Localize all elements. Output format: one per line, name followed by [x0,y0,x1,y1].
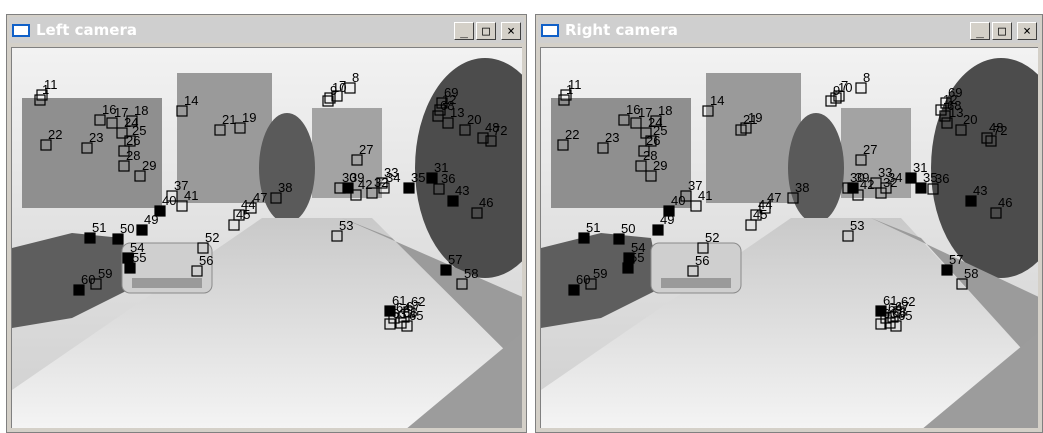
feature-label: 40 [671,193,685,208]
right-camera-window: Right camera _ □ × 1 11 14 16 17 18 19 21 22 23 24… [535,14,1043,433]
feature-label: 38 [278,180,292,195]
feature-label: 42 [358,177,372,192]
feature-label: 45 [236,207,250,222]
feature-label: 26 [126,133,140,148]
feature-label: 50 [120,221,134,236]
feature-label: 11 [44,77,58,92]
feature-label: 53 [850,218,864,233]
feature-label: 58 [964,266,978,281]
feature-label: 13 [949,105,963,120]
feature-label: 22 [48,127,62,142]
feature-label: 23 [89,130,103,145]
feature-label: 10 [332,80,346,95]
close-button[interactable]: × [501,22,521,40]
right-camera-view: 1 11 14 16 17 18 19 21 22 23 24 25 26 27 28 29 31 33 34 35 3… [540,47,1038,428]
feature-label: 14 [184,93,198,108]
feature-label: 20 [467,112,481,127]
feature-label: 47 [253,190,267,205]
feature-label: 51 [92,220,106,235]
feature-label: 27 [359,142,373,157]
feature-label: 21 [222,112,236,127]
close-button[interactable]: × [1017,22,1037,40]
feature-label: 36 [441,171,455,186]
feature-label: 28 [126,148,140,163]
feature-label: 67 [895,299,909,314]
feature-label: 46 [479,195,493,210]
feature-label: 32 [374,175,388,190]
feature-label: 27 [863,142,877,157]
feature-label: 49 [660,212,674,227]
right-camera-titlebar[interactable]: Right camera _ □ × [538,17,1040,43]
feature-label: 41 [698,188,712,203]
feature-label: 49 [144,212,158,227]
feature-label: 38 [795,180,809,195]
feature-label: 23 [605,130,619,145]
feature-label: 32 [883,175,897,190]
left-camera-window: Left camera _ □ × 1 11 14 16 17 18 19 21 22 23 24 2… [6,14,527,433]
feature-label: 57 [448,252,462,267]
minimize-button[interactable]: _ [454,22,474,40]
feature-label: 55 [132,250,146,265]
feature-label: 29 [142,158,156,173]
feature-label: 29 [653,158,667,173]
feature-label: 8 [863,70,870,85]
feature-label: 57 [949,252,963,267]
feature-label: 60 [81,272,95,287]
feature-label: 30 [342,170,356,185]
feature-label: 53 [339,218,353,233]
minimize-button[interactable]: _ [970,22,990,40]
left-camera-title: Left camera [36,21,137,39]
maximize-button[interactable]: □ [476,22,496,40]
feature-label: 36 [935,171,949,186]
feature-label: 59 [98,266,112,281]
feature-label: 59 [593,266,607,281]
feature-label: 26 [646,133,660,148]
feature-label: 21 [743,112,757,127]
right-camera-title: Right camera [565,21,678,39]
feature-label: 56 [199,253,213,268]
window-icon [12,23,30,37]
feature-label: 43 [455,183,469,198]
feature-label: 47 [767,190,781,205]
right-camera-image: 111141617 18 192122 23242526272829 313334 353… [541,48,1038,428]
feature-label: 13 [450,105,464,120]
feature-label: 10 [838,80,852,95]
feature-label: 43 [973,183,987,198]
feature-label: 8 [352,70,359,85]
left-camera-titlebar[interactable]: Left camera _ □ × [9,17,524,43]
feature-label: 51 [586,220,600,235]
maximize-button[interactable]: □ [992,22,1012,40]
feature-label: 22 [565,127,579,142]
feature-label: 72 [493,123,507,138]
feature-label: 41 [184,188,198,203]
left-camera-view: 1 11 14 16 17 18 19 21 22 23 24 25 26 27 28 29 31 33 34 35 3… [11,47,522,428]
feature-label: 72 [993,123,1007,138]
feature-label: 60 [576,272,590,287]
feature-label: 35 [411,170,425,185]
feature-label: 46 [998,195,1012,210]
feature-label: 50 [621,221,635,236]
feature-label: 67 [406,299,420,314]
feature-label: 52 [205,230,219,245]
feature-label: 11 [568,77,582,92]
feature-label: 19 [242,110,256,125]
feature-label: 20 [963,112,977,127]
feature-label: 52 [705,230,719,245]
window-icon [541,23,559,37]
feature-label: 55 [630,250,644,265]
feature-label: 30 [850,170,864,185]
feature-label: 40 [162,193,176,208]
feature-label: 14 [710,93,724,108]
feature-label: 56 [695,253,709,268]
feature-label: 58 [464,266,478,281]
left-camera-image: 111141617 18 192122 23242526272829 313334 35 3… [12,48,522,428]
